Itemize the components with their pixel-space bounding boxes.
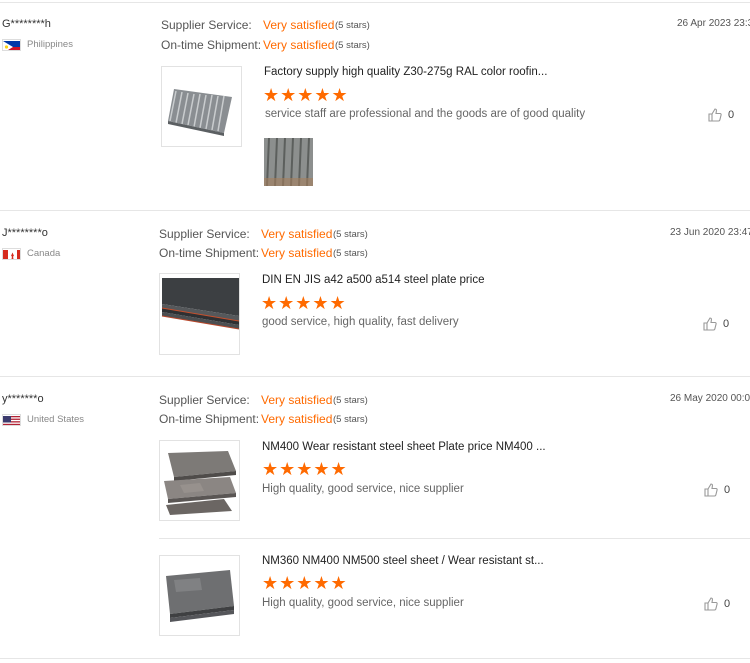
reviewer-country: United States bbox=[27, 414, 85, 425]
review-photo[interactable] bbox=[264, 138, 313, 186]
on-time-shipment-stars: (5 stars) bbox=[333, 414, 368, 425]
review-divider bbox=[0, 210, 750, 211]
thumbs-up-icon bbox=[703, 317, 717, 331]
on-time-shipment-value: Very satisfied bbox=[261, 246, 333, 260]
product-title[interactable]: NM360 NM400 NM500 steel sheet / Wear res… bbox=[262, 555, 544, 567]
product-title[interactable]: Factory supply high quality Z30-275g RAL… bbox=[264, 66, 547, 78]
thumbs-up-icon bbox=[704, 597, 718, 611]
like-count: 0 bbox=[724, 598, 731, 610]
supplier-service-label: Supplier Service: bbox=[159, 227, 250, 241]
supplier-service-stars: (5 stars) bbox=[333, 395, 368, 406]
reviewer-country: Canada bbox=[27, 248, 61, 259]
review-divider bbox=[0, 376, 750, 377]
product-title[interactable]: NM400 Wear resistant steel sheet Plate p… bbox=[262, 441, 546, 453]
on-time-shipment-value: Very satisfied bbox=[261, 412, 333, 426]
on-time-shipment-label: On-time Shipment: bbox=[159, 412, 260, 426]
canada-flag-icon bbox=[2, 248, 21, 260]
on-time-shipment-stars: (5 stars) bbox=[333, 248, 368, 259]
divider-top bbox=[0, 2, 750, 3]
on-time-shipment-label: On-time Shipment: bbox=[161, 38, 262, 52]
reviewer-name: J********o bbox=[2, 227, 48, 239]
supplier-service-value: Very satisfied bbox=[263, 18, 335, 32]
supplier-service-stars: (5 stars) bbox=[333, 229, 368, 240]
like-count: 0 bbox=[728, 109, 735, 121]
product-divider bbox=[159, 538, 750, 539]
review-date: 26 Apr 2023 23:33 bbox=[677, 18, 750, 29]
product-rating-stars: ★★★★★ bbox=[262, 573, 348, 593]
review-comment: good service, high quality, fast deliver… bbox=[262, 316, 459, 328]
review-date: 26 May 2020 00:00 bbox=[670, 393, 750, 404]
supplier-service-value: Very satisfied bbox=[261, 393, 333, 407]
reviewer-name: G********h bbox=[2, 18, 51, 30]
product-rating-stars: ★★★★★ bbox=[263, 85, 349, 105]
product-thumbnail[interactable] bbox=[159, 440, 240, 521]
supplier-service-label: Supplier Service: bbox=[161, 18, 252, 32]
supplier-service-label: Supplier Service: bbox=[159, 393, 250, 407]
supplier-service-value: Very satisfied bbox=[261, 227, 333, 241]
review-comment: service staff are professional and the g… bbox=[265, 108, 586, 120]
like-button[interactable]: 0 bbox=[703, 317, 729, 331]
philippines-flag-icon bbox=[2, 39, 21, 51]
review-divider bbox=[0, 658, 750, 659]
supplier-service-stars: (5 stars) bbox=[335, 20, 370, 31]
product-thumbnail[interactable] bbox=[159, 273, 240, 355]
review-comment: High quality, good service, nice supplie… bbox=[262, 597, 464, 609]
like-button[interactable]: 0 bbox=[704, 483, 730, 497]
product-rating-stars: ★★★★★ bbox=[261, 293, 347, 313]
on-time-shipment-value: Very satisfied bbox=[263, 38, 335, 52]
review-comment: High quality, good service, nice supplie… bbox=[262, 483, 464, 495]
thumbs-up-icon bbox=[704, 483, 718, 497]
review-date: 23 Jun 2020 23:47 bbox=[670, 227, 750, 238]
product-rating-stars: ★★★★★ bbox=[262, 459, 348, 479]
product-thumbnail[interactable] bbox=[159, 555, 240, 636]
united-states-flag-icon bbox=[2, 414, 21, 426]
reviewer-country: Philippines bbox=[27, 39, 73, 50]
on-time-shipment-stars: (5 stars) bbox=[335, 40, 370, 51]
like-button[interactable]: 0 bbox=[708, 108, 734, 122]
like-count: 0 bbox=[724, 484, 731, 496]
like-button[interactable]: 0 bbox=[704, 597, 730, 611]
reviewer-name: y*******o bbox=[2, 393, 44, 405]
like-count: 0 bbox=[723, 318, 730, 330]
product-thumbnail[interactable] bbox=[161, 66, 242, 147]
on-time-shipment-label: On-time Shipment: bbox=[159, 246, 260, 260]
thumbs-up-icon bbox=[708, 108, 722, 122]
product-title[interactable]: DIN EN JIS a42 a500 a514 steel plate pri… bbox=[262, 274, 484, 286]
